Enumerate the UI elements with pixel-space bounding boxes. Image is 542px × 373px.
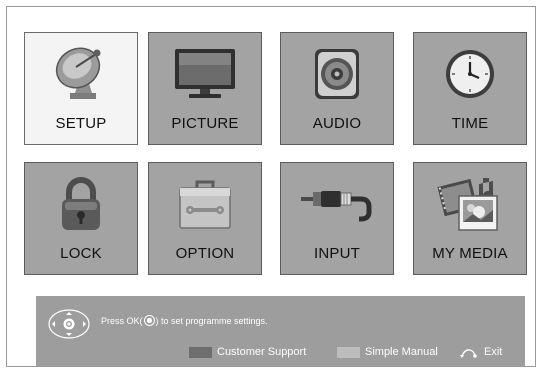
help-instruction-end: ) to set programme settings. <box>155 316 268 326</box>
back-arrow-icon <box>460 348 477 358</box>
av-cable-icon <box>281 173 393 235</box>
help-instruction: Press OK( ) to set programme settings. <box>101 315 268 327</box>
picture-label: PICTURE <box>171 115 239 132</box>
input-label: INPUT <box>314 245 360 262</box>
satellite-dish-icon <box>25 43 137 105</box>
exit-hint[interactable]: Exit <box>460 346 502 358</box>
red-key-swatch <box>189 346 212 358</box>
customer-support-hint[interactable]: Customer Support <box>189 346 306 358</box>
my-media-tile[interactable]: MY MEDIA <box>413 162 527 275</box>
media-files-icon <box>414 173 526 235</box>
ok-button-icon <box>143 315 155 327</box>
padlock-icon <box>25 173 137 235</box>
lock-tile[interactable]: LOCK <box>24 162 138 275</box>
clock-icon <box>414 43 526 105</box>
lock-label: LOCK <box>60 245 102 262</box>
time-label: TIME <box>451 115 489 132</box>
audio-tile[interactable]: AUDIO <box>280 32 394 145</box>
my-media-label: MY MEDIA <box>432 245 508 262</box>
setup-label: SETUP <box>55 115 107 132</box>
toolbox-icon <box>149 173 261 235</box>
time-tile[interactable]: TIME <box>413 32 527 145</box>
customer-support-label: Customer Support <box>217 346 307 358</box>
simple-manual-label: Simple Manual <box>365 346 438 358</box>
navigation-pad-icon <box>48 309 90 339</box>
simple-manual-hint[interactable]: Simple Manual <box>337 346 438 358</box>
speaker-icon <box>281 43 393 105</box>
setup-tile[interactable]: SETUP <box>24 32 138 145</box>
exit-label: Exit <box>484 346 503 358</box>
option-tile[interactable]: OPTION <box>148 162 262 275</box>
input-tile[interactable]: INPUT <box>280 162 394 275</box>
picture-tile[interactable]: PICTURE <box>148 32 262 145</box>
tv-monitor-icon <box>149 43 261 105</box>
help-bar: Press OK( ) to set programme settings. Cu… <box>36 296 525 366</box>
option-label: OPTION <box>175 245 235 262</box>
green-key-swatch <box>337 346 360 358</box>
help-instruction-start: Press OK( <box>101 316 143 326</box>
audio-label: AUDIO <box>312 115 362 132</box>
